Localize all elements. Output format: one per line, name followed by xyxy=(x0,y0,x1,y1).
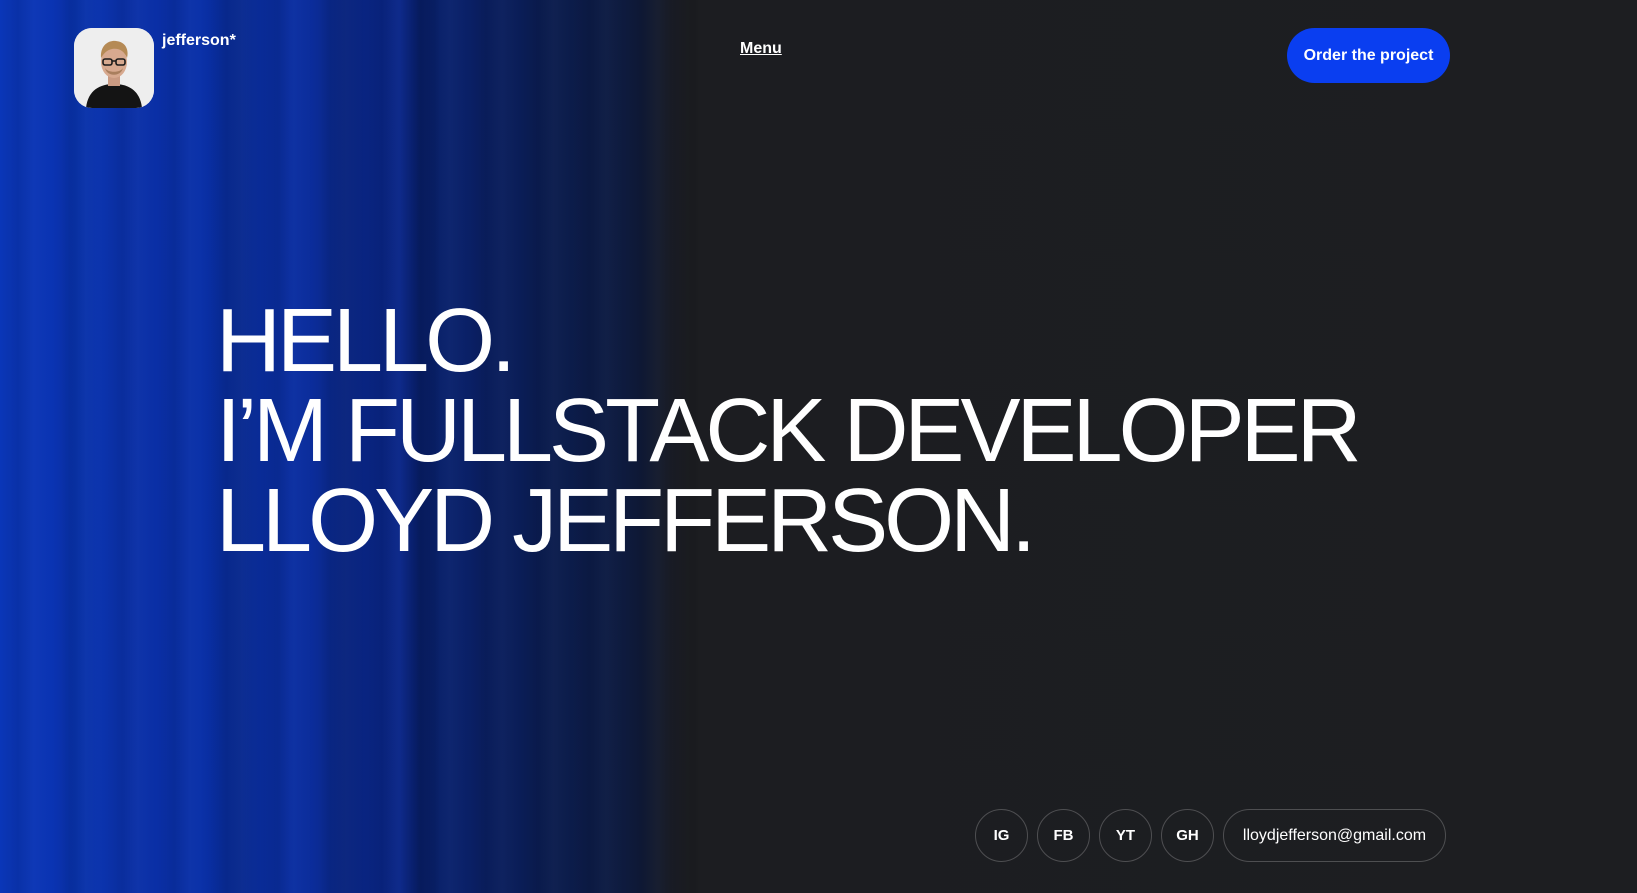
page: jefferson* Menu Order the project HELLO.… xyxy=(0,0,1637,893)
hero-line-2: I’M FULLSTACK DEVELOPER xyxy=(216,381,1362,481)
social-gh-button[interactable]: GH xyxy=(1161,809,1214,862)
avatar[interactable] xyxy=(74,28,154,108)
social-ig-button[interactable]: IG xyxy=(975,809,1028,862)
email-link[interactable]: lloydjefferson@gmail.com xyxy=(1223,809,1446,862)
person-portrait-icon xyxy=(74,28,154,108)
order-project-button[interactable]: Order the project xyxy=(1287,28,1450,83)
social-fb-button[interactable]: FB xyxy=(1037,809,1090,862)
brand[interactable]: jefferson* xyxy=(74,28,236,108)
social-links: IG FB YT GH lloydjefferson@gmail.com xyxy=(975,809,1446,862)
social-yt-button[interactable]: YT xyxy=(1099,809,1152,862)
hero-line-3: LLOYD JEFFERSON. xyxy=(216,471,1036,571)
hero-heading: HELLO. I’M FULLSTACK DEVELOPER LLOYD JEF… xyxy=(216,291,1362,571)
menu-link[interactable]: Menu xyxy=(740,40,782,58)
brand-name[interactable]: jefferson* xyxy=(162,32,236,50)
hero-line-1: HELLO. xyxy=(216,291,516,391)
